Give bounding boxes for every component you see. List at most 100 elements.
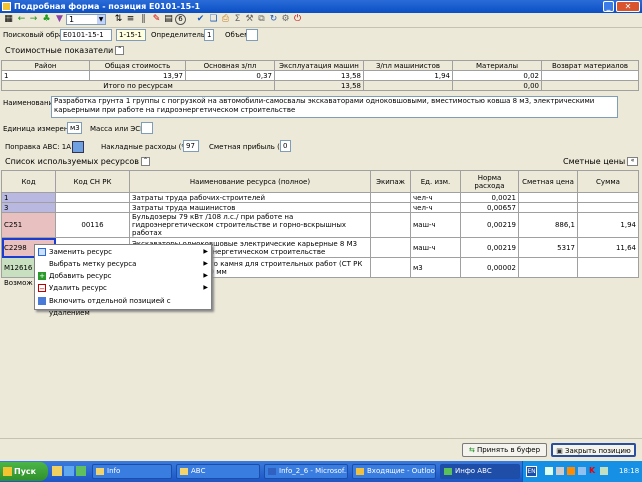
tools-icon[interactable]: ⚒ xyxy=(244,14,255,25)
profit-field[interactable]: 0 xyxy=(280,140,291,152)
name-field[interactable]: Разработка грунта 1 группы с погрузкой н… xyxy=(51,96,618,118)
res-sum[interactable] xyxy=(577,192,639,203)
calculator-icon[interactable] xyxy=(72,141,84,153)
start-button[interactable]: Пуск xyxy=(0,462,48,481)
res-crew[interactable] xyxy=(370,257,411,278)
filter-icon[interactable]: ▼ xyxy=(54,14,65,25)
cost-cell[interactable] xyxy=(541,70,639,81)
res-col-header[interactable]: Норма расхода xyxy=(460,170,519,193)
cost-col-header[interactable]: Общая стоимость xyxy=(89,60,186,71)
tray-icon[interactable] xyxy=(556,467,564,475)
print-icon[interactable]: ⎙ xyxy=(220,14,231,25)
refresh-icon[interactable]: ↻ xyxy=(268,14,279,25)
code-field[interactable]: 1-15-1 xyxy=(116,29,146,41)
res-norm[interactable]: 0,00657 xyxy=(460,202,519,213)
res-sum[interactable] xyxy=(577,202,639,213)
res-crew[interactable] xyxy=(370,192,411,203)
menu-item-add[interactable]: + Добавить ресурс ▶ xyxy=(35,270,211,282)
taskbar-item[interactable]: Входящие - Outloo... xyxy=(352,464,436,479)
check-icon[interactable]: ✔ xyxy=(195,14,206,25)
res-sum[interactable] xyxy=(577,257,639,278)
cost-cell[interactable]: 1,94 xyxy=(363,70,453,81)
table-row[interactable]: 3 Затраты труда машинистов чел-ч 0,00657 xyxy=(1,202,639,213)
res-sn[interactable] xyxy=(55,202,130,213)
unit-field[interactable]: м3 xyxy=(67,122,82,134)
tray-icon[interactable] xyxy=(567,467,575,475)
table-row[interactable]: 1 13,97 0,37 13,58 1,94 0,02 xyxy=(1,70,639,81)
res-sn[interactable] xyxy=(55,192,130,203)
res-code[interactable]: С251 xyxy=(1,212,56,238)
tray-icon[interactable] xyxy=(578,467,586,475)
collapse-icon[interactable]: ⌃ xyxy=(115,46,125,55)
cost-col-header[interactable]: З/пл машинистов xyxy=(363,60,453,71)
res-col-header[interactable]: Наименование ресурса (полное) xyxy=(129,170,371,193)
copy-icon[interactable]: ⧉ xyxy=(256,14,267,25)
search-field[interactable]: Е0101-15-1 xyxy=(60,29,112,41)
res-col-header[interactable]: Сумма xyxy=(577,170,639,193)
exit-icon[interactable]: ⏻ xyxy=(292,14,303,25)
double-chevron-left-icon[interactable]: « xyxy=(627,157,639,166)
res-unit[interactable]: чел-ч xyxy=(410,192,461,203)
table-row[interactable]: С251 00116 Бульдозеры 79 кВт /108 л.с./ … xyxy=(1,212,639,238)
quick-launch-icon[interactable] xyxy=(76,466,86,476)
res-col-header[interactable]: Код СН РК xyxy=(55,170,130,193)
mass-field[interactable] xyxy=(141,122,153,134)
res-col-header[interactable]: Экипаж xyxy=(370,170,411,193)
res-name[interactable]: Бульдозеры 79 кВт /108 л.с./ при работе … xyxy=(129,212,371,238)
table-row[interactable]: 1 Затраты труда рабочих-строителей чел-ч… xyxy=(1,192,639,203)
document-icon[interactable]: ❏ xyxy=(208,14,219,25)
menu-item-delete[interactable]: − Удалить ресурс ▶ xyxy=(35,282,211,294)
res-norm[interactable]: 0,00002 xyxy=(460,257,519,278)
res-crew[interactable] xyxy=(370,202,411,213)
cost-col-header[interactable]: Район xyxy=(1,60,90,71)
collapse-icon[interactable]: ⌃ xyxy=(141,157,150,166)
cost-col-header[interactable]: Основная з/пл xyxy=(185,60,275,71)
res-norm[interactable]: 0,00219 xyxy=(460,237,519,258)
cost-cell[interactable]: 13,58 xyxy=(274,70,364,81)
res-unit[interactable]: чел-ч xyxy=(410,202,461,213)
res-norm[interactable]: 0,00219 xyxy=(460,212,519,238)
tree-icon[interactable]: ♣ xyxy=(41,14,52,25)
res-price[interactable]: 886,1 xyxy=(518,212,578,238)
language-indicator[interactable]: EN xyxy=(526,466,537,477)
number-combo[interactable]: 1 ▼ xyxy=(66,14,106,25)
res-price[interactable]: 5317 xyxy=(518,237,578,258)
res-unit[interactable]: маш-ч xyxy=(410,237,461,258)
cost-col-header[interactable]: Возврат материалов xyxy=(541,60,639,71)
overhead-field[interactable]: 97 xyxy=(183,140,199,152)
res-col-header[interactable]: Сметная цена xyxy=(518,170,578,193)
cost-col-header[interactable]: Материалы xyxy=(452,60,542,71)
antivirus-icon[interactable]: K xyxy=(589,467,597,475)
minimize-button[interactable]: _ xyxy=(603,1,614,12)
res-crew[interactable] xyxy=(370,212,411,238)
taskbar-item[interactable]: Info xyxy=(92,464,172,479)
grid-icon[interactable]: ▦ xyxy=(3,14,14,25)
res-sum[interactable]: 11,64 xyxy=(577,237,639,258)
res-unit[interactable]: м3 xyxy=(410,257,461,278)
taskbar-item[interactable]: Info_2_6 - Microsof... xyxy=(264,464,348,479)
res-price[interactable] xyxy=(518,192,578,203)
back-arrow-icon[interactable]: ← xyxy=(16,14,27,25)
res-crew[interactable] xyxy=(370,237,411,258)
res-norm[interactable]: 0,0021 xyxy=(460,192,519,203)
tray-icon[interactable] xyxy=(600,467,608,475)
close-window-button[interactable]: ✕ xyxy=(616,1,640,12)
cost-cell[interactable]: 1 xyxy=(1,70,90,81)
res-code[interactable]: 3 xyxy=(1,202,56,213)
menu-item-select-mark[interactable]: Выбрать метку ресурса ▶ xyxy=(35,258,211,270)
res-name[interactable]: Затраты труда машинистов xyxy=(129,202,371,213)
tray-icon[interactable] xyxy=(545,467,553,475)
taskbar-item-active[interactable]: Инфо АВС xyxy=(440,464,520,479)
res-name[interactable]: Затраты труда рабочих-строителей xyxy=(129,192,371,203)
circle-number-icon[interactable]: 6 xyxy=(175,14,186,25)
cost-cell[interactable]: 13,97 xyxy=(89,70,186,81)
menu-item-replace[interactable]: Заменить ресурс ▶ xyxy=(35,246,211,258)
quick-launch-icon[interactable] xyxy=(64,466,74,476)
cost-cell[interactable]: 0,02 xyxy=(452,70,542,81)
res-code[interactable]: 1 xyxy=(1,192,56,203)
res-col-header[interactable]: Код xyxy=(1,170,56,193)
res-sn[interactable]: 00116 xyxy=(55,212,130,238)
determinant-field[interactable]: 1 xyxy=(204,29,214,41)
cost-cell[interactable]: 0,37 xyxy=(185,70,275,81)
res-col-header[interactable]: Ед. изм. xyxy=(410,170,461,193)
